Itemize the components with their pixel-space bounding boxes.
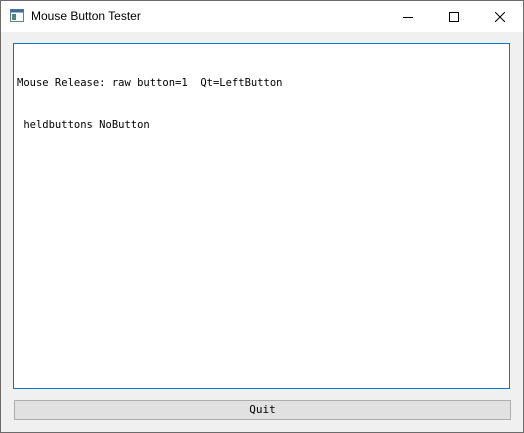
main-window: Mouse Button Tester Mouse Release: raw b…	[0, 0, 524, 433]
window-title: Mouse Button Tester	[31, 9, 141, 23]
client-area: Mouse Release: raw button=1 Qt=LeftButto…	[1, 32, 523, 432]
quit-button[interactable]: Quit	[14, 400, 511, 420]
log-line: Mouse Release: raw button=1 Qt=LeftButto…	[17, 77, 283, 89]
app-window-icon	[10, 9, 24, 22]
event-log-textarea[interactable]: Mouse Release: raw button=1 Qt=LeftButto…	[13, 43, 510, 389]
close-button[interactable]	[477, 1, 523, 32]
log-line: heldbuttons NoButton	[17, 119, 150, 131]
maximize-button[interactable]	[431, 1, 477, 32]
title-bar[interactable]: Mouse Button Tester	[1, 1, 523, 32]
minimize-icon	[403, 16, 413, 18]
close-icon	[495, 11, 505, 22]
maximize-icon	[449, 11, 459, 22]
minimize-button[interactable]	[385, 1, 431, 32]
